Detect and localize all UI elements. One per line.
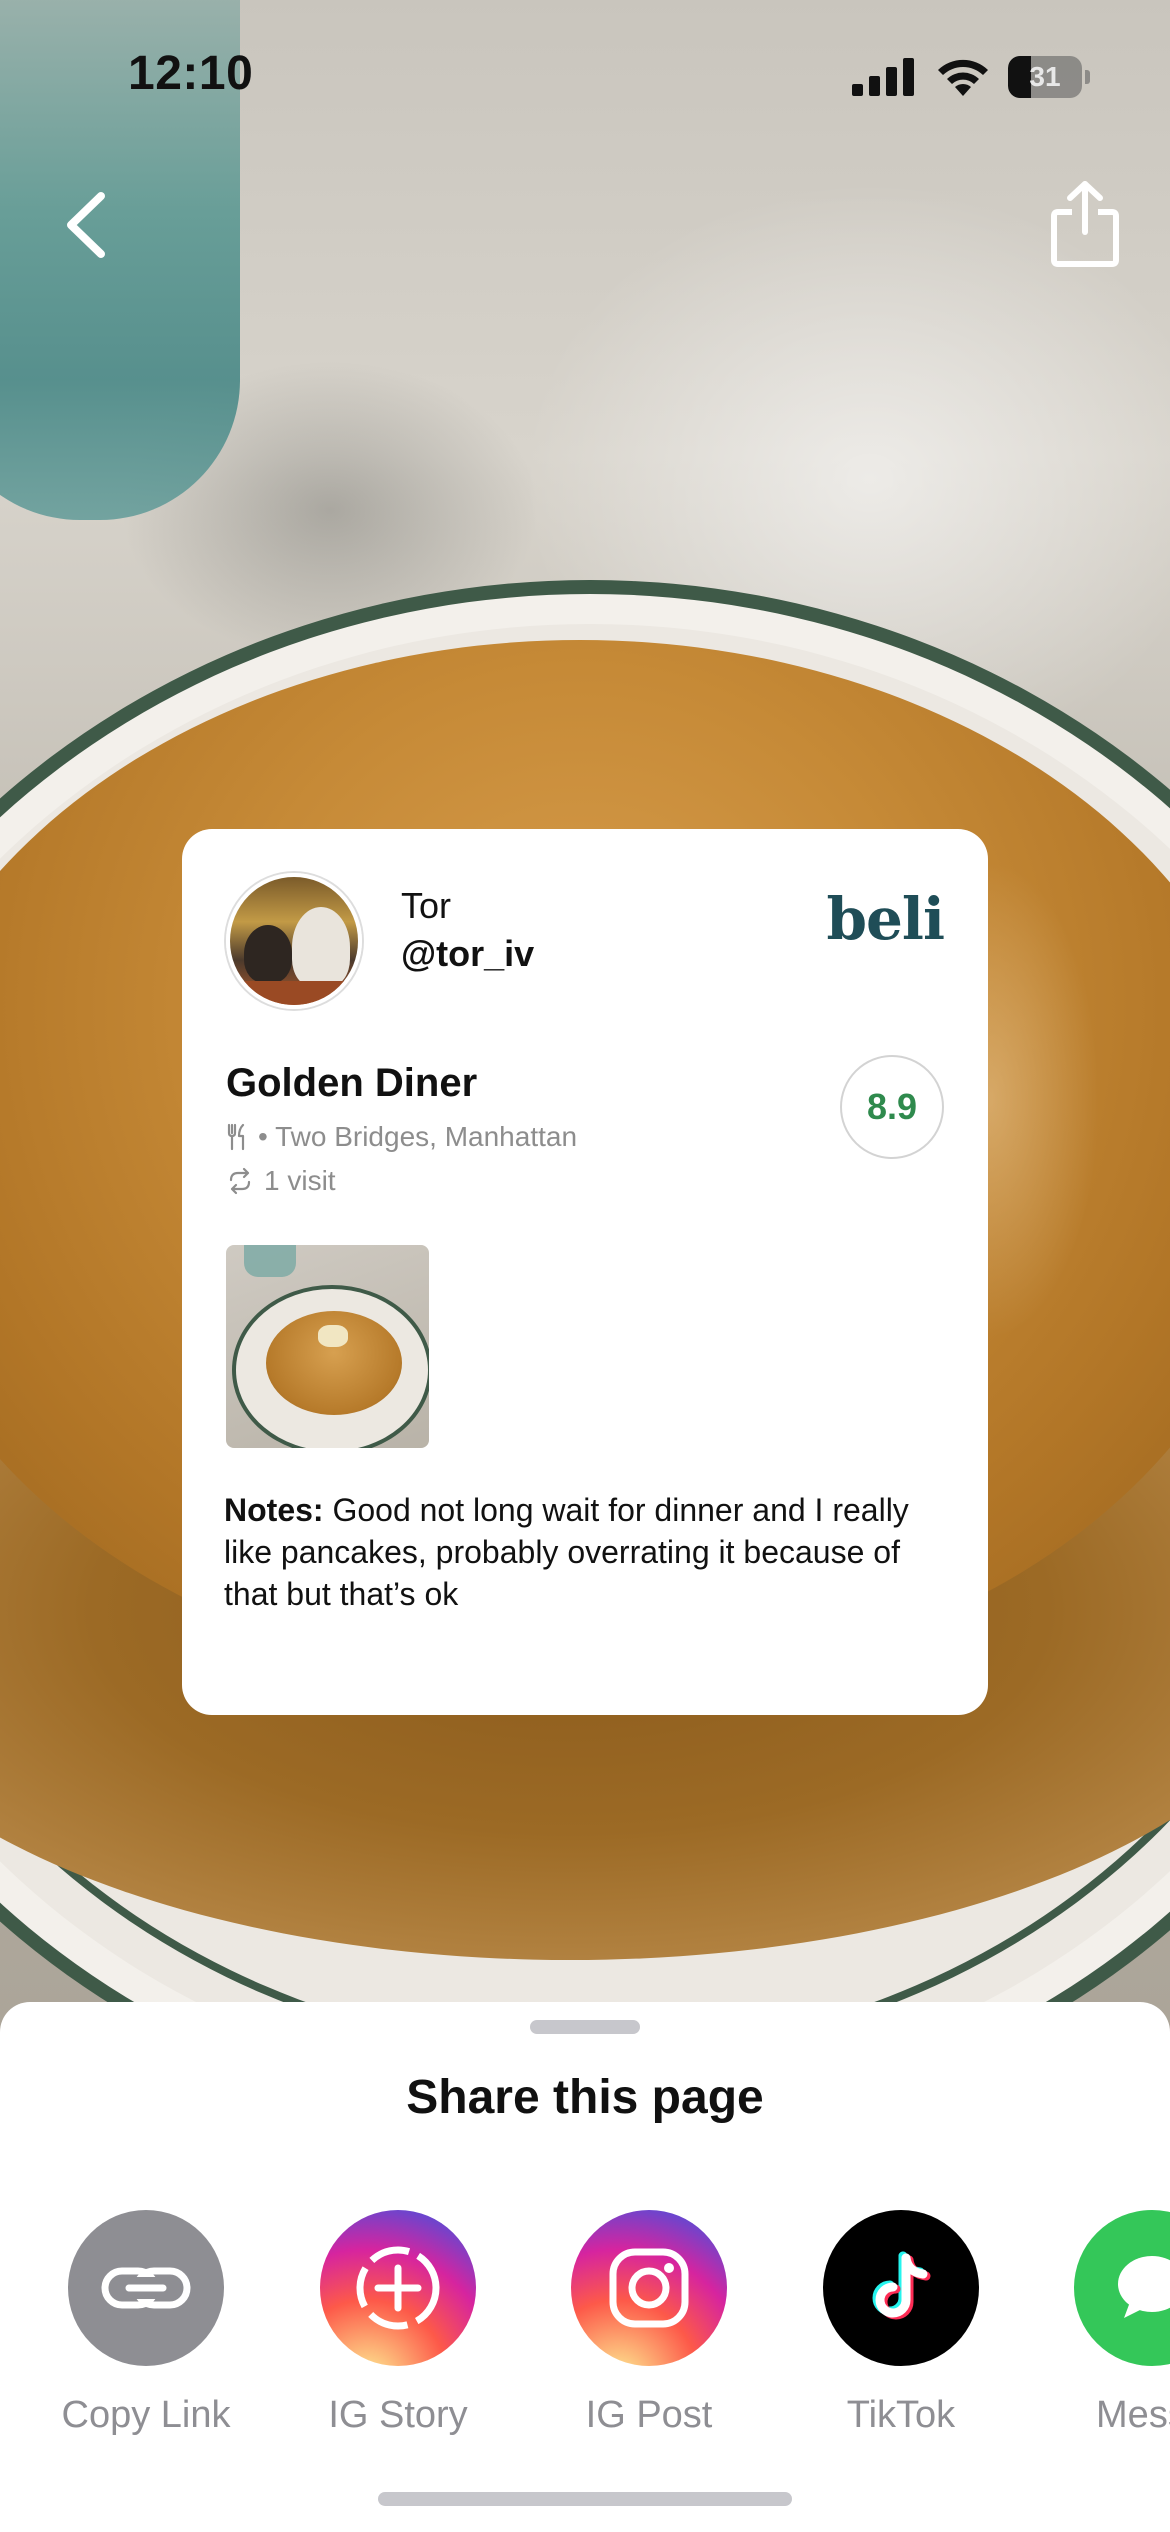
- copy-link-label: Copy Link: [61, 2394, 231, 2436]
- avatar-person: [292, 907, 350, 987]
- user-name: Tor: [401, 885, 452, 926]
- link-icon: [101, 2267, 191, 2309]
- avatar-person: [244, 925, 292, 983]
- tiktok-icon: [872, 2251, 931, 2320]
- visits-row: 1 visit: [226, 1165, 336, 1197]
- restaurant-location-row: • Two Bridges, Manhattan: [226, 1121, 577, 1153]
- status-time: 12:10: [128, 47, 254, 100]
- user-handle[interactable]: @tor_iv: [401, 933, 534, 975]
- back-button[interactable]: [50, 180, 120, 270]
- review-notes: Notes: Good not long wait for dinner and…: [224, 1489, 944, 1615]
- ig-post-button[interactable]: IG Post: [549, 2210, 749, 2470]
- share-button[interactable]: [1040, 172, 1130, 276]
- avatar-table: [230, 981, 358, 1005]
- battery-tip: [1085, 70, 1090, 84]
- share-icon: [1051, 181, 1119, 267]
- battery-level: 31: [1029, 61, 1061, 92]
- photo-butter: [318, 1325, 348, 1347]
- beli-logo: beli: [826, 885, 945, 953]
- visit-count: 1 visit: [264, 1165, 336, 1196]
- sheet-title: Share this page: [406, 2071, 764, 2124]
- ig-post-label: IG Post: [585, 2394, 713, 2436]
- instagram-icon: [609, 2248, 689, 2328]
- share-sheet: Share this page Copy Link IG Story IG Po…: [0, 2002, 1170, 2532]
- ig-story-circle: [320, 2210, 476, 2366]
- restaurant-location: • Two Bridges, Manhattan: [258, 1121, 578, 1152]
- message-icon: [1118, 2256, 1170, 2318]
- wifi-icon: [938, 59, 988, 96]
- score-badge: 8.9: [840, 1055, 944, 1159]
- repeat-icon: [229, 1167, 251, 1195]
- notes-text: Good not long wait for dinner and I real…: [224, 1492, 909, 1612]
- ig-story-icon: [356, 2246, 440, 2330]
- status-bar: 12:10 31: [0, 0, 1170, 150]
- messages-button[interactable]: Messa: [1052, 2210, 1170, 2470]
- tiktok-circle: [823, 2210, 979, 2366]
- battery-icon: 31: [1008, 56, 1090, 98]
- messages-circle: [1074, 2210, 1170, 2366]
- battery-body: 31: [1008, 56, 1082, 98]
- messages-label: Messa: [1096, 2394, 1170, 2436]
- ig-story-label: IG Story: [328, 2394, 468, 2436]
- signal-icon: [852, 58, 914, 96]
- fork-knife-icon: [227, 1123, 245, 1151]
- tiktok-button[interactable]: TikTok: [801, 2210, 1001, 2470]
- sheet-grabber[interactable]: [530, 2020, 640, 2034]
- tiktok-label: TikTok: [846, 2394, 956, 2436]
- review-photo[interactable]: [226, 1245, 429, 1448]
- ig-story-button[interactable]: IG Story: [298, 2210, 498, 2470]
- review-card[interactable]: Tor @tor_iv beli Golden Diner • Two Brid…: [182, 829, 988, 1715]
- home-indicator[interactable]: [378, 2492, 792, 2506]
- notes-label: Notes:: [224, 1492, 324, 1528]
- ig-post-circle: [571, 2210, 727, 2366]
- copy-link-button[interactable]: Copy Link: [46, 2210, 246, 2470]
- chevron-left-icon: [67, 192, 105, 258]
- copy-link-circle: [68, 2210, 224, 2366]
- photo-glass: [244, 1245, 296, 1277]
- avatar[interactable]: [226, 873, 362, 1009]
- restaurant-name[interactable]: Golden Diner: [226, 1061, 477, 1106]
